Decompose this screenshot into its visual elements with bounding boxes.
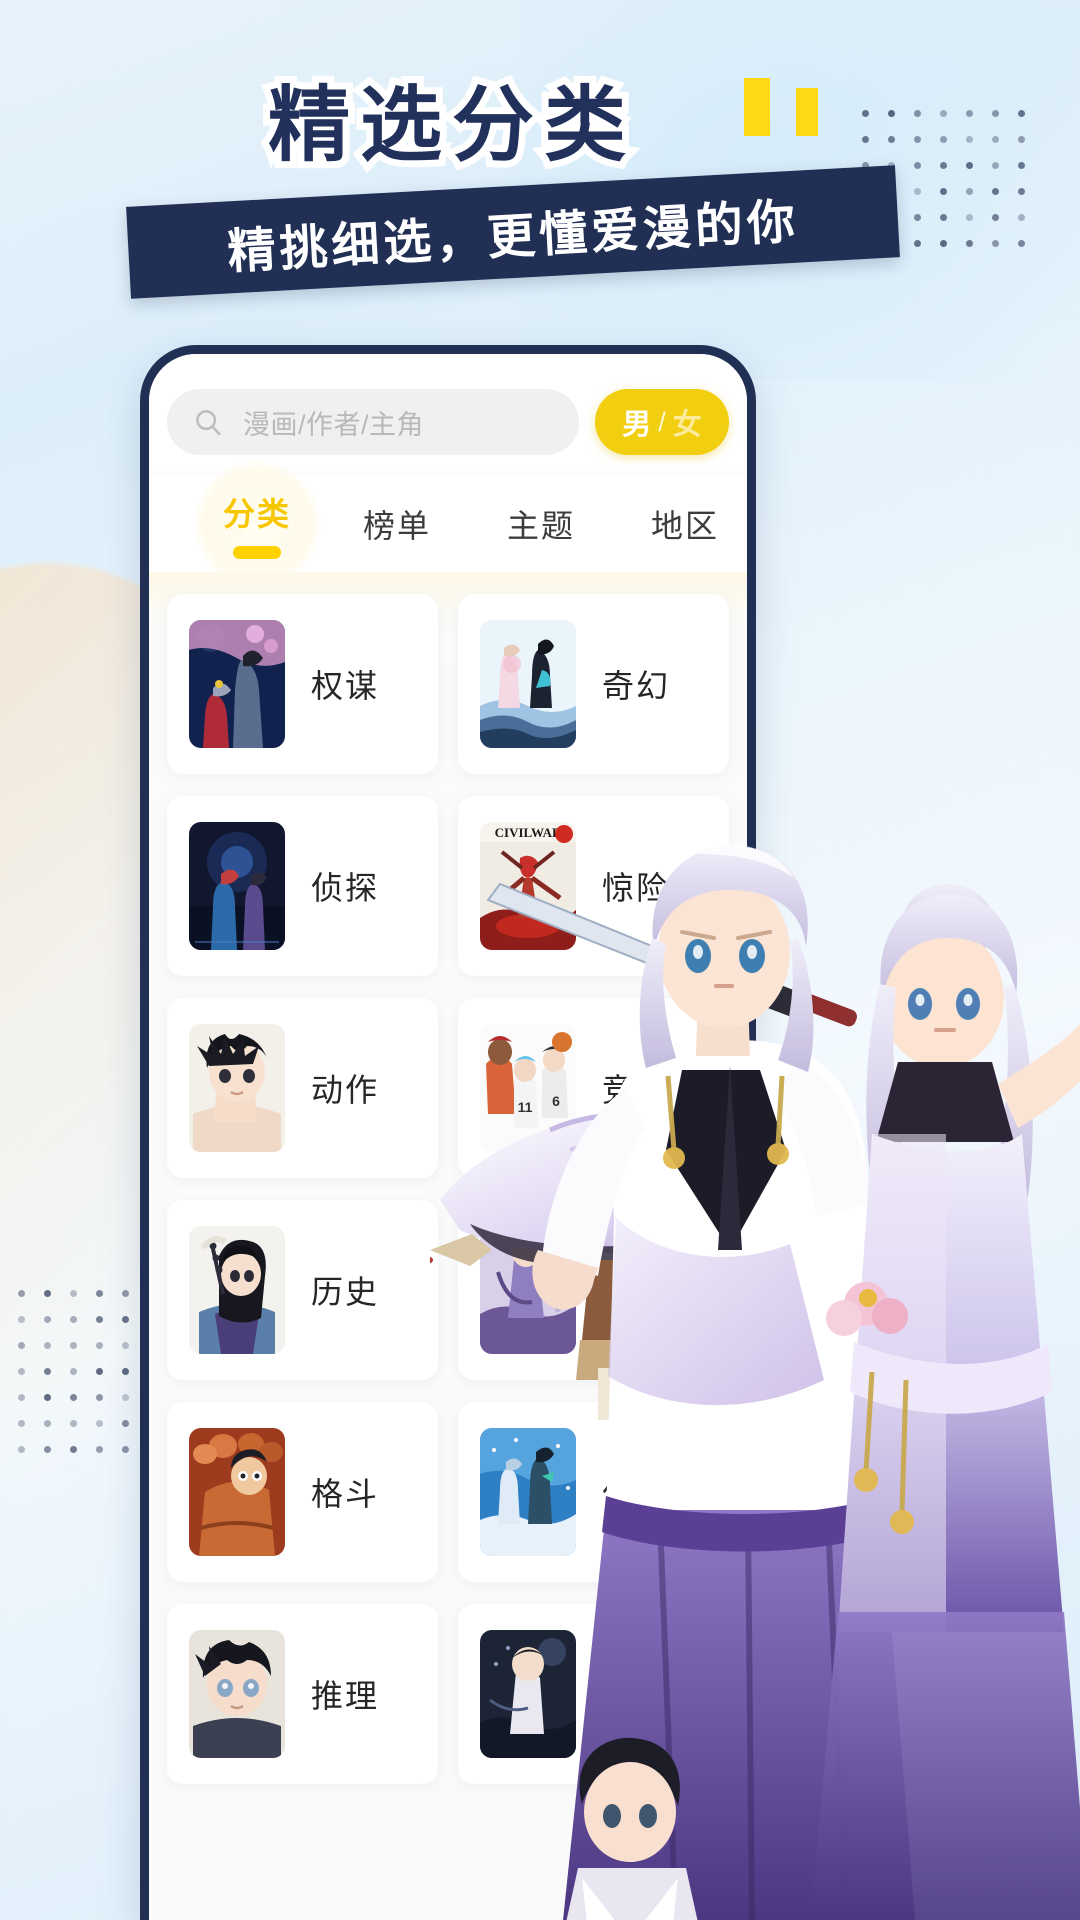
search-placeholder: 漫画/作者/主角 [243, 403, 424, 442]
category-card[interactable]: 奇幻 [458, 594, 729, 774]
category-card[interactable]: CIVILWAR 惊险 [458, 796, 729, 976]
gender-female-option[interactable]: 女 [673, 401, 702, 443]
category-card[interactable]: 动作 [167, 998, 438, 1178]
category-label: 战争 [602, 1267, 670, 1313]
tab-region[interactable]: 地区 [651, 501, 719, 547]
category-label: 历史 [311, 1267, 379, 1313]
search-input[interactable]: 漫画/作者/主角 [167, 389, 579, 455]
category-card[interactable]: 悬疑 [458, 1604, 729, 1784]
category-cover-image [480, 620, 576, 748]
svg-text:11: 11 [518, 1099, 533, 1115]
gender-separator: / [658, 407, 666, 438]
category-cover-image: 11 6 [480, 1024, 576, 1152]
svg-text:6: 6 [552, 1093, 560, 1109]
page-title: 精选分类 [268, 58, 636, 177]
category-card[interactable]: 11 6 竞技 [458, 998, 729, 1178]
tab-list: 榜单 主题 地区 [363, 476, 719, 572]
category-label: 格斗 [311, 1469, 379, 1515]
category-card[interactable]: 战争 [458, 1200, 729, 1380]
category-label: 仙侠 [602, 1469, 670, 1515]
category-cover-image [189, 1226, 285, 1354]
category-label: 惊险 [602, 863, 670, 909]
app-screen: 漫画/作者/主角 男 / 女 分类 榜单 主题 地区 权谋 奇幻 侦探 CIVI… [149, 354, 747, 1920]
category-card[interactable]: 侦探 [167, 796, 438, 976]
search-icon [193, 407, 223, 437]
category-label: 推理 [311, 1671, 379, 1717]
category-grid-area: 权谋 奇幻 侦探 CIVILWAR 惊险 动作 11 6 竞技 历史 战争 格斗… [149, 572, 747, 1920]
category-card[interactable]: 历史 [167, 1200, 438, 1380]
subtitle-ribbon: 精挑细选，更懂爱漫的你 [126, 165, 900, 299]
category-cover-image [189, 1630, 285, 1758]
category-card[interactable]: 格斗 [167, 1402, 438, 1582]
category-label: 奇幻 [602, 661, 670, 707]
category-cover-image [480, 1630, 576, 1758]
search-row: 漫画/作者/主角 男 / 女 [149, 376, 747, 468]
tab-categories-label: 分类 [223, 489, 291, 535]
category-label: 竞技 [602, 1065, 670, 1111]
category-card[interactable]: 仙侠 [458, 1402, 729, 1582]
category-cover-image [189, 822, 285, 950]
category-label: 悬疑 [602, 1671, 670, 1717]
gender-male-option[interactable]: 男 [622, 401, 651, 443]
category-cover-image [480, 1428, 576, 1556]
tab-categories[interactable]: 分类 [193, 460, 321, 588]
category-card[interactable]: 推理 [167, 1604, 438, 1784]
category-cover-image [189, 620, 285, 748]
gender-toggle[interactable]: 男 / 女 [595, 389, 729, 455]
category-label: 权谋 [311, 661, 379, 707]
accent-arrows-icon [744, 74, 854, 144]
svg-text:CIVILWAR: CIVILWAR [495, 825, 562, 840]
category-cover-image [189, 1024, 285, 1152]
hero-section: 精选分类 精挑细选，更懂爱漫的你 [0, 0, 1080, 330]
category-label: 动作 [311, 1065, 379, 1111]
phone-mockup: 漫画/作者/主角 男 / 女 分类 榜单 主题 地区 权谋 奇幻 侦探 CIVI… [140, 345, 756, 1920]
category-cover-image: CIVILWAR [480, 822, 576, 950]
subtitle-text: 精挑细选，更懂爱漫的你 [126, 165, 900, 299]
tab-theme[interactable]: 主题 [507, 501, 575, 547]
category-card[interactable]: 权谋 [167, 594, 438, 774]
category-cover-image [189, 1428, 285, 1556]
tab-ranking[interactable]: 榜单 [363, 501, 431, 547]
category-cover-image [480, 1226, 576, 1354]
tab-active-underline [233, 546, 281, 559]
tab-bar: 分类 榜单 主题 地区 [140, 476, 756, 572]
category-grid: 权谋 奇幻 侦探 CIVILWAR 惊险 动作 11 6 竞技 历史 战争 格斗… [167, 594, 729, 1784]
category-label: 侦探 [311, 863, 379, 909]
